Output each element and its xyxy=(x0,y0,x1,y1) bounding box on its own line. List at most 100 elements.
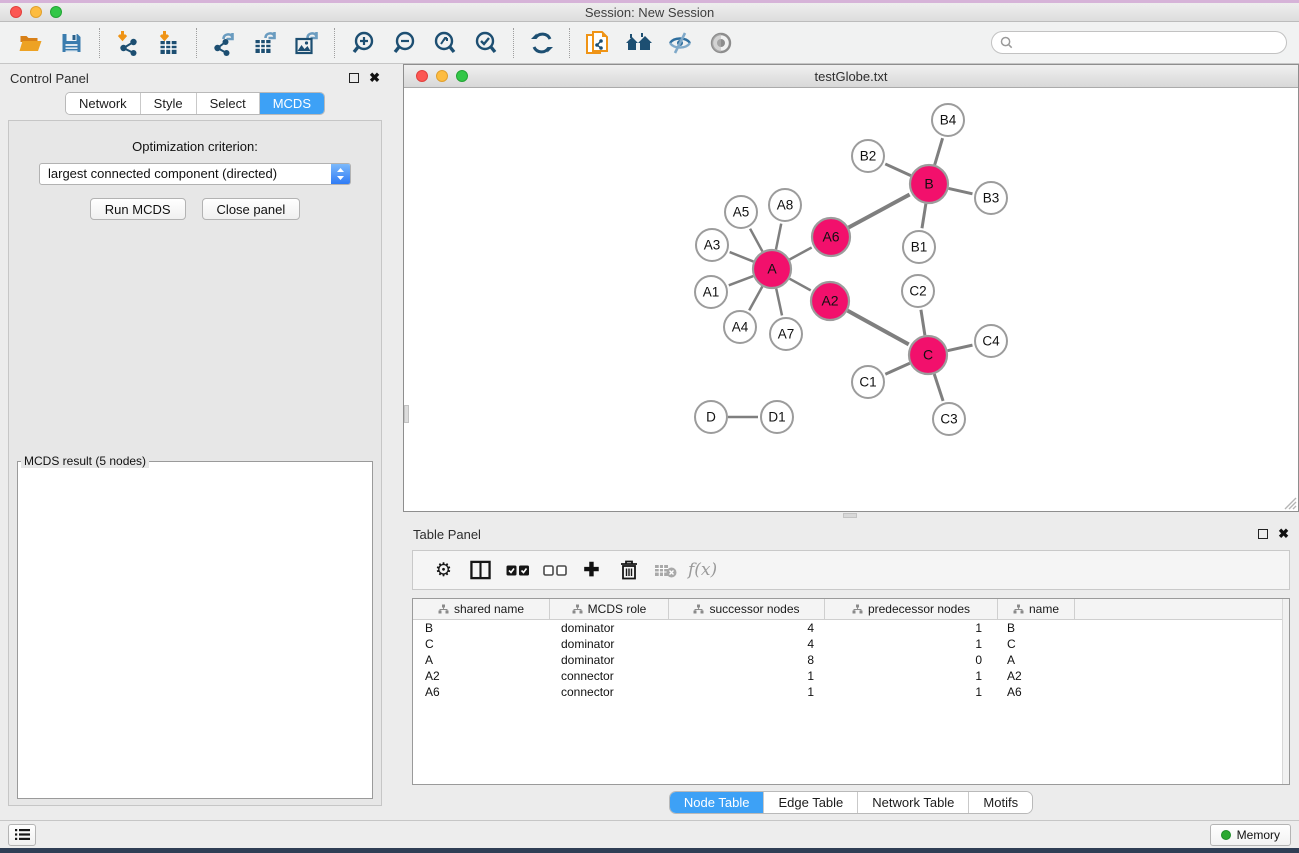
network-canvas[interactable]: #7f7f7f"/>B4B2BB3A8A5A6A3B1AC2A1A2A4A7C4… xyxy=(404,88,1298,511)
edge-C-C2[interactable] xyxy=(921,310,925,335)
close-panel-icon[interactable]: ✖ xyxy=(369,73,380,83)
edge-A-A6[interactable] xyxy=(790,247,812,259)
edge-C-C4[interactable] xyxy=(948,345,973,351)
edge-B-B3[interactable] xyxy=(949,188,973,193)
column-header-predecessor-nodes[interactable]: predecessor nodes xyxy=(825,599,998,619)
edge-A-A5[interactable] xyxy=(750,229,762,252)
graph-node-C[interactable]: C xyxy=(909,336,947,374)
graph-node-C4[interactable]: C4 xyxy=(975,325,1007,357)
open-file-button[interactable] xyxy=(10,25,51,61)
resize-grip[interactable] xyxy=(1284,497,1297,510)
run-mcds-button[interactable]: Run MCDS xyxy=(90,198,186,220)
graph-node-A[interactable]: A xyxy=(753,250,791,288)
column-header-successor-nodes[interactable]: successor nodes xyxy=(669,599,825,619)
session-home-button[interactable] xyxy=(618,25,659,61)
edge-B-B4[interactable] xyxy=(935,138,943,165)
tab-mcds[interactable]: MCDS xyxy=(259,93,324,114)
zoom-fit-button[interactable] xyxy=(424,25,465,61)
delete-column-button[interactable] xyxy=(610,560,647,580)
edge-C-C1[interactable] xyxy=(885,363,909,374)
task-history-button[interactable] xyxy=(8,824,36,846)
function-builder-button[interactable]: f(x) xyxy=(688,560,717,580)
edge-B-B1[interactable] xyxy=(922,204,926,228)
criterion-dropdown[interactable]: largest connected component (directed) xyxy=(39,163,351,185)
graph-node-A7[interactable]: A7 xyxy=(770,318,802,350)
horizontal-scroll-thumb[interactable] xyxy=(843,513,857,518)
unselect-all-button[interactable] xyxy=(536,565,573,576)
zoom-in-button[interactable] xyxy=(342,25,383,61)
delete-table-button[interactable] xyxy=(647,563,684,578)
table-settings-button[interactable]: ⚙ xyxy=(425,559,462,582)
edge-B-B2[interactable] xyxy=(885,164,911,176)
edge-A6-B[interactable] xyxy=(849,194,910,227)
table-row[interactable]: Adominator80A xyxy=(413,652,1289,668)
edge-A-A4[interactable] xyxy=(749,287,762,311)
graph-node-A8[interactable]: A8 xyxy=(769,189,801,221)
export-network-button[interactable] xyxy=(204,25,245,61)
table-row[interactable]: Bdominator41B xyxy=(413,620,1289,636)
table-row[interactable]: A2connector11A2 xyxy=(413,668,1289,684)
export-table-button[interactable] xyxy=(245,25,286,61)
edge-A-A1[interactable] xyxy=(729,276,754,285)
tab-edge-table[interactable]: Edge Table xyxy=(763,792,857,813)
tab-network-table[interactable]: Network Table xyxy=(857,792,968,813)
graph-node-A2[interactable]: A2 xyxy=(811,282,849,320)
graph-node-B1[interactable]: B1 xyxy=(903,231,935,263)
edge-A-A3[interactable] xyxy=(730,252,754,262)
memory-button[interactable]: Memory xyxy=(1210,824,1291,846)
graph-node-B4[interactable]: B4 xyxy=(932,104,964,136)
edge-A-A8[interactable] xyxy=(776,224,781,250)
graph-node-B3[interactable]: B3 xyxy=(975,182,1007,214)
graph-node-A3[interactable]: A3 xyxy=(696,229,728,261)
select-all-button[interactable] xyxy=(499,565,536,576)
float-table-panel-icon[interactable] xyxy=(1258,529,1268,539)
hide-details-button[interactable] xyxy=(659,25,700,61)
vertical-scroll-thumb[interactable] xyxy=(404,405,409,423)
show-details-button[interactable] xyxy=(700,25,741,61)
edge-A2-C[interactable] xyxy=(848,311,909,345)
graph-node-B2[interactable]: B2 xyxy=(852,140,884,172)
graph-node-C2[interactable]: C2 xyxy=(902,275,934,307)
column-header-MCDS-role[interactable]: MCDS role xyxy=(550,599,669,619)
graph-node-A1[interactable]: A1 xyxy=(695,276,727,308)
graph-node-D1[interactable]: D1 xyxy=(761,401,793,433)
graph-node-C1[interactable]: C1 xyxy=(852,366,884,398)
graph-node-B[interactable]: B xyxy=(910,165,948,203)
edge-A-A2[interactable] xyxy=(790,279,811,291)
table-row[interactable]: A6connector11A6 xyxy=(413,684,1289,700)
import-network-button[interactable] xyxy=(107,25,148,61)
table-scrollbar[interactable] xyxy=(1282,599,1289,784)
table-cell: 8 xyxy=(669,652,825,668)
graph-node-A5[interactable]: A5 xyxy=(725,196,757,228)
tab-select[interactable]: Select xyxy=(196,93,259,114)
import-table-button[interactable] xyxy=(148,25,189,61)
close-panel-button[interactable]: Close panel xyxy=(202,198,301,220)
close-table-panel-icon[interactable]: ✖ xyxy=(1278,529,1289,539)
tab-motifs[interactable]: Motifs xyxy=(968,792,1032,813)
table-row[interactable]: Cdominator41C xyxy=(413,636,1289,652)
tab-network[interactable]: Network xyxy=(66,93,140,114)
edge-C-C3[interactable] xyxy=(934,374,943,401)
apply-layout-button[interactable] xyxy=(521,25,562,61)
save-session-button[interactable] xyxy=(51,25,92,61)
graph-node-A4[interactable]: A4 xyxy=(724,311,756,343)
tab-node-table[interactable]: Node Table xyxy=(670,792,764,813)
graph-node-A6[interactable]: A6 xyxy=(812,218,850,256)
column-header-shared-name[interactable]: shared name xyxy=(413,599,550,619)
create-column-button[interactable]: ✚ xyxy=(573,559,610,582)
search-field[interactable] xyxy=(991,31,1287,54)
export-image-button[interactable] xyxy=(286,25,327,61)
float-panel-icon[interactable] xyxy=(349,73,359,83)
edge-A-A7[interactable] xyxy=(776,289,782,316)
search-input[interactable] xyxy=(1013,34,1286,52)
graph-node-D[interactable]: D xyxy=(695,401,727,433)
zoom-out-button[interactable] xyxy=(383,25,424,61)
column-header-name[interactable]: name xyxy=(998,599,1075,619)
new-network-button[interactable] xyxy=(577,25,618,61)
network-graph[interactable]: #7f7f7f"/>B4B2BB3A8A5A6A3B1AC2A1A2A4A7C4… xyxy=(404,88,1298,511)
tab-style[interactable]: Style xyxy=(140,93,196,114)
zoom-selected-button[interactable] xyxy=(465,25,506,61)
graph-node-C3[interactable]: C3 xyxy=(933,403,965,435)
table-cell: A6 xyxy=(998,684,1075,700)
show-column-button[interactable] xyxy=(462,560,499,580)
